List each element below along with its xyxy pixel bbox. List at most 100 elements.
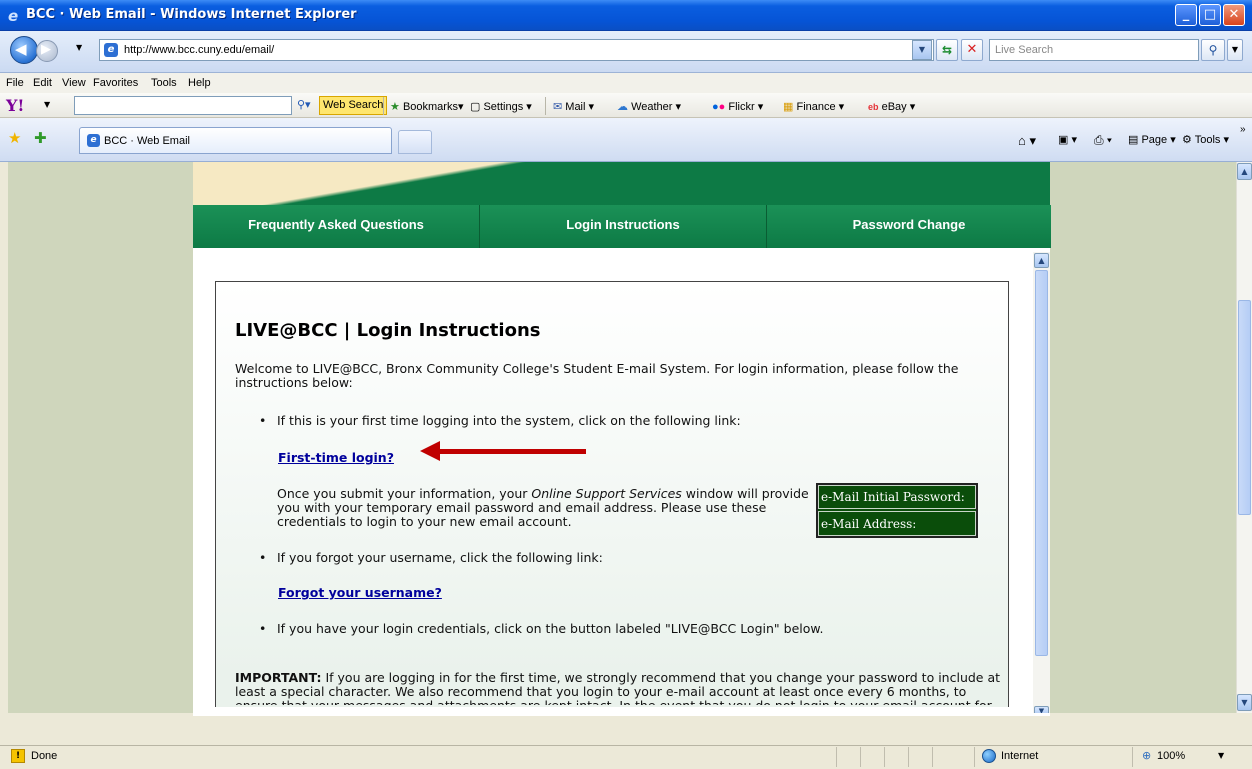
- window-title: BCC · Web Email - Windows Internet Explo…: [26, 7, 357, 22]
- zoom-icon[interactable]: ⊕: [1142, 749, 1151, 762]
- home-icon[interactable]: ⌂ ▾: [1018, 133, 1036, 149]
- menu-favorites[interactable]: Favorites: [93, 77, 138, 89]
- close-button[interactable]: ✕: [1223, 4, 1245, 26]
- weather-button[interactable]: ☁ Weather ▾: [617, 100, 681, 113]
- zoom-dropdown[interactable]: ▼: [1218, 751, 1224, 760]
- window-bottom-frame: [8, 713, 1252, 745]
- important-label: IMPORTANT:: [235, 671, 322, 685]
- chevron-more-icon[interactable]: »: [1240, 124, 1246, 135]
- bullet-dot: •: [259, 550, 267, 565]
- address-url[interactable]: http://www.bcc.cuny.edu/email/: [124, 44, 274, 56]
- print-icon[interactable]: ⎙ ▾: [1094, 133, 1112, 148]
- mail-button[interactable]: ✉ Mail ▾: [553, 100, 594, 113]
- search-icon[interactable]: ⚲: [1201, 39, 1225, 61]
- initial-password-cell: e-Mail Initial Password:: [818, 485, 976, 509]
- status-bar: [0, 745, 1252, 769]
- tab-title: BCC · Web Email: [104, 135, 190, 147]
- web-search-button[interactable]: Web Search: [319, 96, 388, 115]
- page-menu-button[interactable]: ▤ Page ▾: [1128, 133, 1176, 146]
- menu-file[interactable]: File: [6, 77, 24, 89]
- stop-button[interactable]: ✕: [961, 39, 983, 61]
- minimize-button[interactable]: _: [1175, 4, 1197, 26]
- status-divider: [932, 747, 933, 767]
- ie-icon: e: [8, 7, 19, 25]
- new-tab-button[interactable]: [398, 130, 432, 154]
- yahoo-logo-icon[interactable]: Y!: [6, 96, 40, 116]
- recent-pages-dropdown[interactable]: ▼: [76, 43, 82, 52]
- ebay-label: eBay ▾: [881, 101, 916, 113]
- status-divider: [908, 747, 909, 767]
- ebay-button[interactable]: eb eBay ▾: [868, 100, 915, 113]
- bullet-first-time: If this is your first time logging into …: [277, 413, 741, 428]
- bullet-forgot-username: If you forgot your username, click the f…: [277, 550, 603, 565]
- bookmarks-button[interactable]: ★ Bookmarks▾: [390, 100, 463, 113]
- page-banner-decoration: [193, 162, 1050, 207]
- forward-arrow-icon: ▶: [41, 42, 51, 57]
- inner-scroll-thumb[interactable]: [1035, 270, 1048, 656]
- online-support-services: Online Support Services: [531, 486, 682, 501]
- online-support-paragraph: Once you submit your information, your O…: [277, 487, 809, 529]
- refresh-button[interactable]: ⇆: [936, 39, 958, 61]
- yahoo-search-input[interactable]: [74, 96, 292, 115]
- important-text: If you are logging in for the first time…: [235, 671, 1001, 705]
- flickr-button[interactable]: ●● Flickr ▾: [712, 100, 763, 113]
- status-divider: [1132, 747, 1133, 767]
- ebay-icon: eb: [868, 102, 879, 112]
- first-time-login-link[interactable]: First-time login?: [278, 450, 394, 465]
- page-icon: ▤: [1128, 134, 1139, 146]
- add-favorites-icon[interactable]: ✚: [34, 129, 47, 147]
- feeds-icon[interactable]: ▣ ▾: [1058, 133, 1077, 146]
- search-options-dropdown[interactable]: ▼: [1227, 39, 1243, 61]
- menu-help[interactable]: Help: [188, 77, 211, 89]
- back-arrow-icon: ◀: [15, 40, 27, 58]
- main-scroll-down[interactable]: ▼: [1237, 694, 1252, 711]
- bullet-have-credentials: If you have your login credentials, clic…: [277, 621, 824, 636]
- security-zone-text: Internet: [1001, 750, 1039, 762]
- menu-view[interactable]: View: [62, 77, 86, 89]
- paragraph-part1: Once you submit your information, your: [277, 486, 532, 501]
- browser-window: e BCC · Web Email - Windows Internet Exp…: [0, 0, 1252, 769]
- email-address-cell: e-Mail Address:: [818, 511, 976, 536]
- status-divider: [884, 747, 885, 767]
- main-scroll-up[interactable]: ▲: [1237, 163, 1252, 180]
- favorites-center-icon[interactable]: ★: [8, 129, 21, 147]
- nav-login-instructions[interactable]: Login Instructions: [480, 205, 766, 248]
- tools-menu-button[interactable]: ⚙ Tools ▾: [1182, 133, 1229, 146]
- main-scroll-thumb[interactable]: [1238, 300, 1251, 515]
- settings-icon: ▢: [470, 101, 481, 113]
- weather-label: Weather ▾: [631, 101, 682, 113]
- status-divider: [974, 747, 975, 767]
- finance-label: Finance ▾: [796, 101, 845, 113]
- status-divider: [860, 747, 861, 767]
- nav-password-change[interactable]: Password Change: [767, 205, 1051, 248]
- bookmarks-label: Bookmarks▾: [402, 101, 464, 113]
- menu-tools[interactable]: Tools: [151, 77, 177, 89]
- page-heading: LIVE@BCC | Login Instructions: [235, 320, 541, 341]
- yahoo-search-icon[interactable]: ⚲▾: [297, 98, 311, 111]
- settings-button[interactable]: ▢ Settings ▾: [470, 100, 532, 113]
- gear-icon: ⚙: [1182, 134, 1192, 146]
- forgot-username-link[interactable]: Forgot your username?: [278, 585, 442, 600]
- settings-label: Settings ▾: [483, 101, 532, 113]
- page-menu-label: Page ▾: [1141, 134, 1176, 146]
- toolbar-separator: [383, 97, 384, 115]
- tools-menu-label: Tools ▾: [1194, 134, 1229, 146]
- weather-icon: ☁: [617, 101, 628, 113]
- status-text: Done: [31, 750, 58, 762]
- content-frame-edge: [193, 713, 1050, 716]
- yahoo-menu-dropdown[interactable]: ▼: [44, 100, 50, 109]
- important-notice: IMPORTANT: If you are logging in for the…: [235, 671, 1005, 705]
- bullet-dot: •: [259, 413, 267, 428]
- finance-button[interactable]: ▦ Finance ▾: [783, 100, 844, 113]
- bookmarks-icon: ★: [390, 101, 400, 113]
- red-arrow-icon: [420, 441, 440, 461]
- menu-edit[interactable]: Edit: [33, 77, 52, 89]
- maximize-button[interactable]: □: [1199, 4, 1221, 26]
- mail-icon: ✉: [553, 101, 563, 113]
- mail-label: Mail ▾: [565, 101, 595, 113]
- address-dropdown[interactable]: ▼: [912, 40, 932, 60]
- toolbar-separator: [545, 97, 546, 115]
- nav-faq[interactable]: Frequently Asked Questions: [193, 205, 479, 248]
- inner-scroll-up[interactable]: ▲: [1034, 253, 1049, 268]
- zoom-level[interactable]: 100%: [1157, 750, 1185, 762]
